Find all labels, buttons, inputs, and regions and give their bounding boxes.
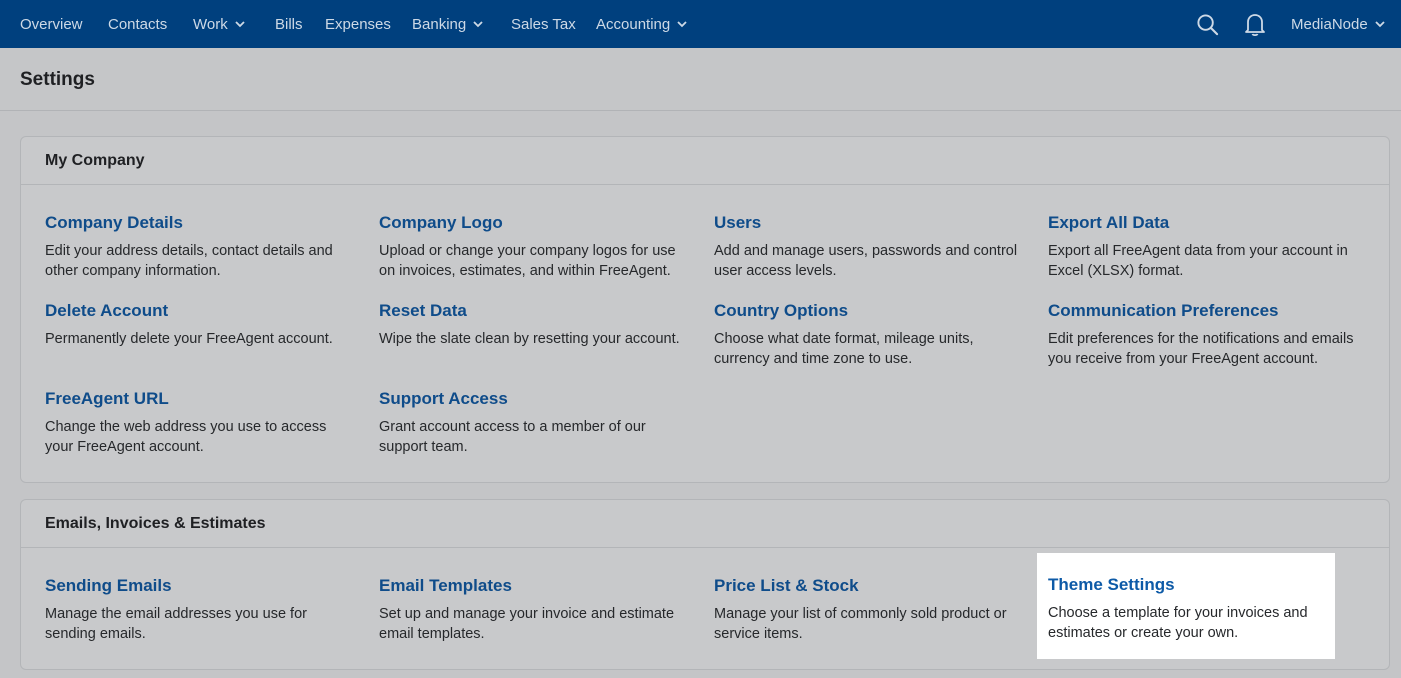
nav-label: Work [193, 15, 228, 33]
setting-company-logo: Company Logo Upload or change your compa… [379, 212, 689, 281]
page-header: Settings [0, 48, 1401, 111]
search-icon[interactable] [1196, 13, 1219, 36]
setting-country-options: Country Options Choose what date format,… [714, 300, 1024, 369]
setting-description: Upload or change your company logos for … [379, 243, 676, 279]
delete-account-link[interactable]: Delete Account [45, 300, 355, 322]
setting-description: Permanently delete your FreeAgent accoun… [45, 331, 333, 347]
setting-description: Manage the email addresses you use for s… [45, 606, 307, 642]
nav-bills[interactable]: Bills [275, 0, 303, 48]
export-all-data-link[interactable]: Export All Data [1048, 212, 1358, 234]
setting-price-list-stock: Price List & Stock Manage your list of c… [714, 575, 1024, 644]
setting-communication-preferences: Communication Preferences Edit preferenc… [1048, 300, 1358, 369]
nav-label: Accounting [596, 15, 671, 33]
theme-settings-link[interactable]: Theme Settings [1048, 574, 1328, 596]
theme-settings-highlight[interactable]: Theme Settings Choose a template for you… [1037, 553, 1335, 659]
section-title: Emails, Invoices & Estimates [21, 500, 1389, 548]
reset-data-link[interactable]: Reset Data [379, 300, 689, 322]
nav-label: Bills [275, 15, 303, 33]
setting-description: Edit preferences for the notifications a… [1048, 331, 1354, 367]
nav-expenses[interactable]: Expenses [325, 0, 391, 48]
country-options-link[interactable]: Country Options [714, 300, 1024, 322]
setting-export-all-data: Export All Data Export all FreeAgent dat… [1048, 212, 1358, 281]
setting-sending-emails: Sending Emails Manage the email addresse… [45, 575, 355, 644]
company-logo-link[interactable]: Company Logo [379, 212, 689, 234]
setting-description: Manage your list of commonly sold produc… [714, 606, 1007, 642]
chevron-down-icon [677, 21, 687, 28]
setting-description: Set up and manage your invoice and estim… [379, 606, 675, 642]
setting-theme-settings: Theme Settings Choose a template for you… [1048, 574, 1328, 643]
setting-freeagent-url: FreeAgent URL Change the web address you… [45, 388, 355, 457]
sending-emails-link[interactable]: Sending Emails [45, 575, 355, 597]
price-list-stock-link[interactable]: Price List & Stock [714, 575, 1024, 597]
support-access-link[interactable]: Support Access [379, 388, 689, 410]
freeagent-url-link[interactable]: FreeAgent URL [45, 388, 355, 410]
setting-reset-data: Reset Data Wipe the slate clean by reset… [379, 300, 689, 349]
my-company-panel: My Company Company Details Edit your add… [20, 136, 1390, 483]
users-link[interactable]: Users [714, 212, 1024, 234]
nav-accounting[interactable]: Accounting [596, 0, 687, 48]
setting-description: Edit your address details, contact detai… [45, 243, 333, 279]
chevron-down-icon [1375, 21, 1385, 28]
section-title: My Company [21, 137, 1389, 185]
nav-label: Expenses [325, 15, 391, 33]
company-details-link[interactable]: Company Details [45, 212, 355, 234]
top-navigation: Overview Contacts Work Bills Expenses Ba… [0, 0, 1401, 48]
account-name: MediaNode [1291, 15, 1368, 33]
setting-description: Choose what date format, mileage units, … [714, 331, 974, 367]
chevron-down-icon [473, 21, 483, 28]
setting-description: Choose a template for your invoices and … [1048, 605, 1308, 641]
setting-support-access: Support Access Grant account access to a… [379, 388, 689, 457]
nav-sales-tax[interactable]: Sales Tax [511, 0, 576, 48]
setting-description: Add and manage users, passwords and cont… [714, 243, 1018, 279]
nav-label: Contacts [108, 15, 168, 33]
setting-users: Users Add and manage users, passwords an… [714, 212, 1024, 281]
setting-description: Export all FreeAgent data from your acco… [1048, 243, 1348, 279]
nav-overview[interactable]: Overview [20, 0, 83, 48]
setting-company-details: Company Details Edit your address detail… [45, 212, 355, 281]
setting-description: Change the web address you use to access… [45, 419, 327, 455]
account-menu[interactable]: MediaNode [1291, 0, 1385, 48]
setting-description: Wipe the slate clean by resetting your a… [379, 331, 680, 347]
nav-label: Sales Tax [511, 15, 576, 33]
nav-work[interactable]: Work [193, 0, 245, 48]
nav-contacts[interactable]: Contacts [108, 0, 167, 48]
bell-icon[interactable] [1243, 12, 1267, 37]
nav-label: Banking [412, 15, 467, 33]
nav-banking[interactable]: Banking [412, 0, 483, 48]
setting-email-templates: Email Templates Set up and manage your i… [379, 575, 689, 644]
page-title: Settings [20, 69, 95, 90]
setting-description: Grant account access to a member of our … [379, 419, 646, 455]
chevron-down-icon [235, 21, 245, 28]
nav-label: Overview [20, 15, 83, 33]
setting-delete-account: Delete Account Permanently delete your F… [45, 300, 355, 349]
communication-preferences-link[interactable]: Communication Preferences [1048, 300, 1358, 322]
email-templates-link[interactable]: Email Templates [379, 575, 689, 597]
